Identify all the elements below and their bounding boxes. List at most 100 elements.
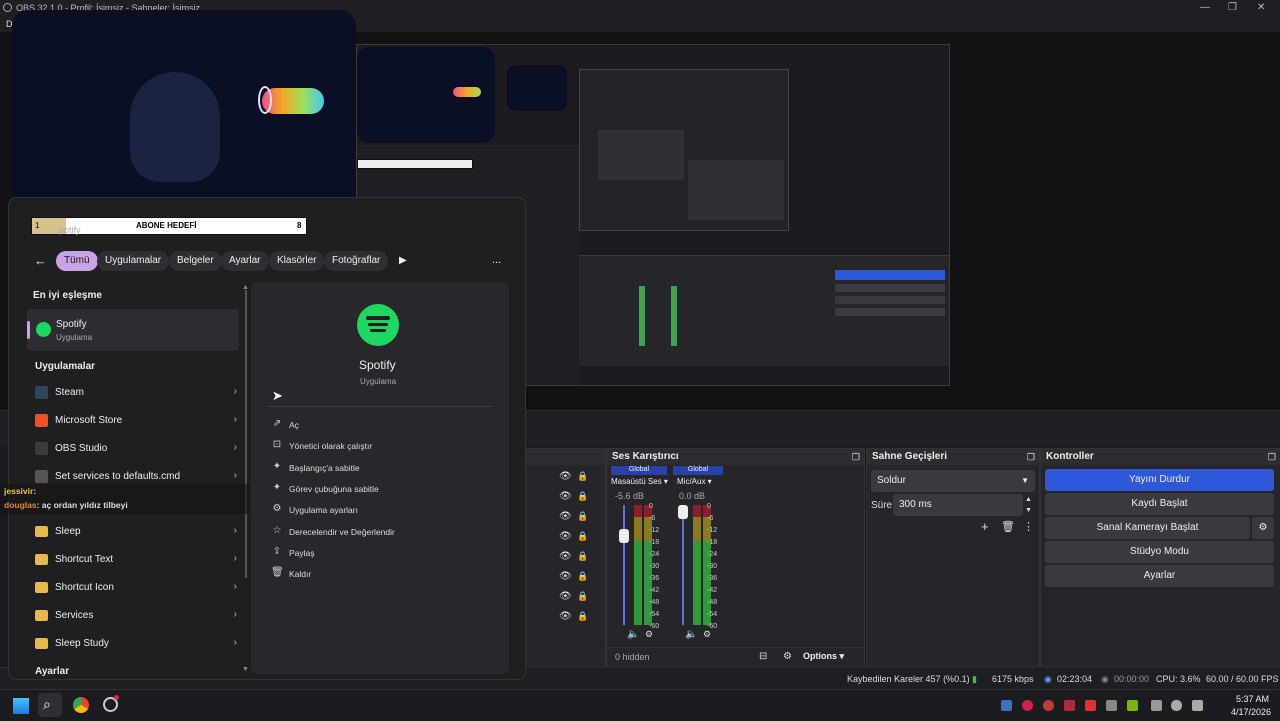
clock-time[interactable]: 5:37 AM [1236,694,1269,704]
visibility-eye-icon[interactable]: 👁 [559,531,572,542]
folder-item[interactable]: Shortcut Icon › [29,576,249,600]
scrollbar[interactable] [245,290,247,578]
folder-item[interactable]: Services › [29,604,249,628]
action-item[interactable]: ⇗ Aç [269,416,469,434]
more-icon[interactable]: ⋮ [1023,520,1034,533]
lock-icon[interactable]: 🔒 [577,611,588,622]
visibility-eye-icon[interactable]: 👁 [559,491,572,502]
app-item[interactable]: OBS Studio › [29,437,249,461]
close-icon[interactable]: ✕ [1257,2,1265,13]
virtual-camera-settings-icon[interactable]: ⚙ [1252,517,1274,539]
settings-button[interactable]: Ayarlar [1045,565,1274,587]
microphone-icon[interactable] [1171,700,1182,711]
volume-icon[interactable] [1192,700,1203,711]
chevron-right-icon[interactable]: › [234,442,237,453]
transition-select[interactable]: Soldur ▼ [871,470,1035,492]
stop-stream-button[interactable]: Yayını Durdur [1045,469,1274,491]
chevron-right-icon[interactable]: › [234,637,237,648]
popout-icon[interactable]: ❐ [1268,449,1276,465]
popout-icon[interactable]: ❐ [1027,449,1035,465]
mute-speaker-icon[interactable]: 🔈 [685,629,697,640]
back-arrow-icon[interactable]: ← [34,253,47,268]
visibility-eye-icon[interactable]: 👁 [559,471,572,482]
visibility-eye-icon[interactable]: 👁 [559,551,572,562]
volume-slider-handle[interactable] [678,505,688,519]
trash-icon[interactable]: 🗑 [1001,520,1015,533]
action-item[interactable]: ✦ Başlangıç'a sabitle [269,459,469,477]
app-tray-icon[interactable] [1043,700,1054,711]
filter-photos[interactable]: Fotoğraflar [324,251,389,271]
start-virtual-camera-button[interactable]: Sanal Kamerayı Başlat [1045,517,1250,539]
folder-item[interactable]: Sleep Study › [29,632,249,656]
filter-all[interactable]: Tümü [56,251,98,271]
steam-tray-icon[interactable] [1001,700,1012,711]
app-tray-icon[interactable] [1064,700,1075,711]
action-item[interactable]: ✦ Görev çubuğuna sabitle [269,480,469,498]
search-query[interactable]: potify [59,225,81,235]
chevron-right-icon[interactable]: › [234,470,237,481]
app-tray-icon[interactable] [1106,700,1117,711]
channel-settings-icon[interactable]: ⚙ [703,629,711,640]
chevron-right-icon[interactable]: › [234,386,237,397]
search-taskbar-button[interactable]: ⌕ [38,693,62,717]
chevron-right-icon[interactable]: › [234,609,237,620]
options-button[interactable]: Options ▾ [803,651,844,662]
lock-icon[interactable]: 🔒 [577,491,588,502]
action-item[interactable]: 🗑 Kaldır [269,565,469,583]
lock-icon[interactable]: 🔒 [577,531,588,542]
maximize-icon[interactable]: ❐ [1228,2,1237,13]
channel-name-mic[interactable]: Mic/Aux ▾ [677,477,727,486]
lock-icon[interactable]: 🔒 [577,471,588,482]
visibility-eye-icon[interactable]: 👁 [559,511,572,522]
filter-apps[interactable]: Uygulamalar [97,251,170,271]
volume-slider-track[interactable] [682,505,684,625]
channel-settings-icon[interactable]: ⚙ [645,629,653,640]
channel-name-masaustu[interactable]: Masaüstü Ses ▾ [611,477,671,486]
app-tray-icon[interactable] [1022,700,1033,711]
app-item[interactable]: Microsoft Store › [29,409,249,433]
windows-start-icon[interactable] [13,698,29,714]
lock-icon[interactable]: 🔒 [577,511,588,522]
network-icon[interactable] [1151,700,1162,711]
layout-icon[interactable]: ⊟ [759,651,767,662]
more-options-icon[interactable]: ... [492,254,501,266]
chrome-icon[interactable] [73,697,89,713]
clock-date[interactable]: 4/17/2026 [1231,707,1271,717]
studio-mode-button[interactable]: Stüdyo Modu [1045,541,1274,563]
app-item[interactable]: Steam › [29,381,249,405]
add-transition-icon[interactable]: + [981,519,989,534]
action-item[interactable]: ⚙ Uygulama ayarları [269,501,469,519]
action-item[interactable]: ⇪ Paylaş [269,544,469,562]
visibility-eye-icon[interactable]: 👁 [559,611,572,622]
best-match-spotify[interactable]: Spotify Uygulama [27,309,239,351]
chevron-right-icon[interactable]: › [234,525,237,536]
lock-icon[interactable]: 🔒 [577,571,588,582]
volume-slider-track[interactable] [623,505,625,625]
filter-documents[interactable]: Belgeler [169,251,222,271]
nvidia-tray-icon[interactable] [1127,700,1138,711]
chevron-right-icon[interactable]: › [234,414,237,425]
visibility-eye-icon[interactable]: 👁 [559,571,572,582]
scroll-down-icon[interactable]: ▼ [242,666,249,673]
folder-item[interactable]: Sleep › [29,520,249,544]
lock-icon[interactable]: 🔒 [577,551,588,562]
advanced-audio-icon[interactable]: ⚙ [783,651,792,662]
volume-slider-handle[interactable] [619,529,629,543]
popout-icon[interactable]: ❐ [852,449,860,465]
action-item[interactable]: ☆ Derecelendir ve Değerlendir [269,523,469,541]
chevron-right-icon[interactable]: › [234,581,237,592]
lock-icon[interactable]: 🔒 [577,591,588,602]
app-tray-icon[interactable] [1085,700,1096,711]
folder-item[interactable]: Shortcut Text › [29,548,249,572]
action-item[interactable]: ⊡ Yönetici olarak çalıştır [269,437,469,455]
filter-folders[interactable]: Klasörler [269,251,325,271]
scroll-up-icon[interactable]: ▲ [242,284,249,291]
duration-stepper[interactable]: ▲ ▼ [1025,494,1032,516]
play-icon[interactable]: ▶ [399,255,407,266]
start-recording-button[interactable]: Kaydı Başlat [1045,493,1274,515]
minimize-icon[interactable]: — [1200,2,1210,13]
duration-input[interactable]: 300 ms [893,494,1023,516]
mute-speaker-icon[interactable]: 🔈 [627,629,639,640]
visibility-eye-icon[interactable]: 👁 [559,591,572,602]
filter-settings[interactable]: Ayarlar [221,251,269,271]
